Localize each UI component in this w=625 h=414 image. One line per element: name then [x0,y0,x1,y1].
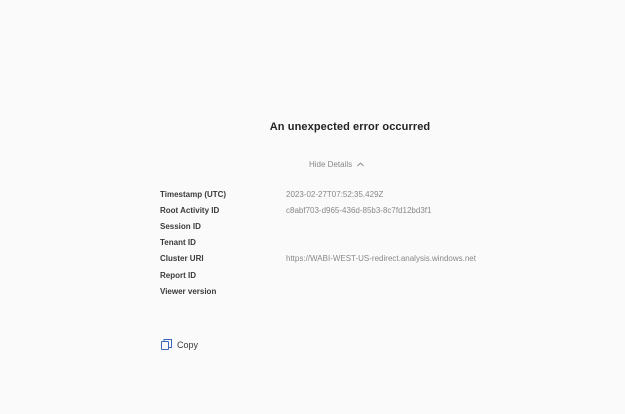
detail-row-timestamp: Timestamp (UTC) 2023-02-27T07:52:35.429Z [160,186,476,202]
detail-label: Session ID [160,221,201,231]
hide-details-label: Hide Details [309,160,353,169]
copy-label: Copy [177,339,199,350]
detail-label: Cluster URI [160,254,204,264]
hide-details-button[interactable]: Hide Details [309,160,365,169]
error-page: An unexpected error occurred Hide Detail… [0,0,625,414]
detail-row-viewer-version: Viewer version [160,283,476,299]
detail-value: c8abf703-d965-436d-85b3-8c7fd12bd3f1 [286,205,432,215]
error-details-list: Timestamp (UTC) 2023-02-27T07:52:35.429Z… [160,186,476,299]
detail-row-cluster-uri: Cluster URI https://WABI-WEST-US-redirec… [160,251,476,267]
detail-row-session-id: Session ID [160,218,476,234]
detail-row-report-id: Report ID [160,267,476,283]
chevron-up-icon [356,160,365,169]
error-title: An unexpected error occurred [269,121,431,133]
detail-label: Root Activity ID [160,205,220,215]
copy-icon [160,338,173,351]
detail-row-tenant-id: Tenant ID [160,235,476,251]
detail-value: 2023-02-27T07:52:35.429Z [286,189,384,199]
detail-value: https://WABI-WEST-US-redirect.analysis.w… [286,254,476,264]
detail-row-root-activity-id: Root Activity ID c8abf703-d965-436d-85b3… [160,202,476,218]
detail-label: Viewer version [160,286,217,296]
detail-label: Tenant ID [160,238,196,248]
detail-label: Timestamp (UTC) [160,189,227,199]
copy-button[interactable]: Copy [160,338,198,351]
detail-label: Report ID [160,270,196,280]
